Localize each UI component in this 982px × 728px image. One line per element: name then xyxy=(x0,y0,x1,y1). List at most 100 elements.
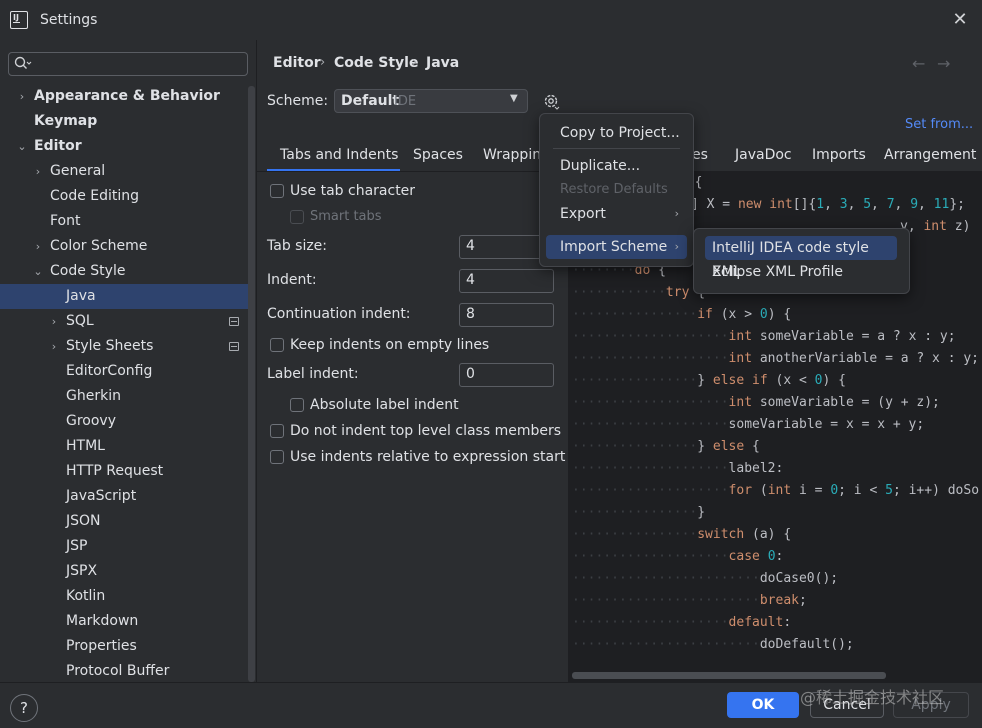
code-token: (a) { xyxy=(752,527,792,542)
tab-blank-lines[interactable]: es xyxy=(692,147,708,171)
forward-arrow-icon[interactable]: → xyxy=(937,54,950,73)
menu-duplicate[interactable]: Duplicate... xyxy=(546,154,687,178)
gear-icon[interactable] xyxy=(541,91,561,111)
code-line: ····················case 0: xyxy=(572,546,783,568)
code-line: ················if (x > 0) { xyxy=(572,304,791,326)
indent-whitespace: ························ xyxy=(572,593,760,608)
back-arrow-icon[interactable]: ← xyxy=(912,54,925,73)
sidebar-item-java[interactable]: Java xyxy=(0,284,248,309)
sidebar-item-font[interactable]: Font xyxy=(0,209,248,234)
breadcrumb-code-style[interactable]: Code Style xyxy=(334,55,418,71)
menu-export[interactable]: Export › xyxy=(546,202,687,226)
ok-button[interactable]: OK xyxy=(727,692,799,718)
help-button[interactable]: ? xyxy=(10,694,38,722)
import-eclipse-xml[interactable]: Eclipse XML Profile xyxy=(705,260,897,284)
import-intellij-xml[interactable]: IntelliJ IDEA code style XML xyxy=(705,236,897,280)
code-token: ( xyxy=(759,483,768,498)
chevron-down-icon[interactable]: ⌄ xyxy=(32,259,44,284)
absolute-label-indent-checkbox[interactable] xyxy=(290,398,304,412)
settings-search-input[interactable] xyxy=(8,52,248,76)
code-token: int xyxy=(923,219,955,234)
sidebar-item-editorconfig[interactable]: EditorConfig xyxy=(0,359,248,384)
sidebar-item-code-editing[interactable]: Code Editing xyxy=(0,184,248,209)
scheme-scope: IDE xyxy=(394,94,417,109)
indent-whitespace: ························ xyxy=(572,637,760,652)
code-token: ) { xyxy=(822,373,846,388)
code-token: 5 xyxy=(863,197,872,212)
close-window-icon[interactable]: ✕ xyxy=(950,10,970,30)
menu-restore-defaults[interactable]: Restore Defaults xyxy=(546,178,687,202)
use-indents-relative-label: Use indents relative to expression start xyxy=(290,449,566,465)
use-tab-character-checkbox[interactable] xyxy=(270,184,284,198)
sidebar-item-html[interactable]: HTML xyxy=(0,434,248,459)
sidebar-item-appearance-behavior[interactable]: › Appearance & Behavior xyxy=(0,84,248,109)
chevron-right-icon[interactable]: › xyxy=(32,159,44,184)
sidebar-item-markdown[interactable]: Markdown xyxy=(0,609,248,634)
title-bar xyxy=(0,0,982,40)
tab-javadoc[interactable]: JavaDoc xyxy=(735,147,792,171)
sidebar-item-label: Style Sheets xyxy=(66,338,154,354)
code-line: ····················label2: xyxy=(572,458,783,480)
chevron-right-icon[interactable]: › xyxy=(48,309,60,334)
sidebar-item-javascript[interactable]: JavaScript xyxy=(0,484,248,509)
code-token: } xyxy=(697,439,713,454)
sidebar-item-color-scheme[interactable]: › Color Scheme xyxy=(0,234,248,259)
sidebar-item-sql[interactable]: › SQL xyxy=(0,309,248,334)
sidebar-item-groovy[interactable]: Groovy xyxy=(0,409,248,434)
sidebar-item-http-request[interactable]: HTTP Request xyxy=(0,459,248,484)
tab-tabs-and-indents[interactable]: Tabs and Indents xyxy=(280,147,398,171)
sidebar-item-editor[interactable]: ⌄ Editor xyxy=(0,134,248,159)
continuation-indent-field[interactable]: 8 xyxy=(459,303,554,327)
breadcrumb-editor[interactable]: Editor xyxy=(273,55,321,71)
tab-spaces[interactable]: Spaces xyxy=(413,147,463,171)
scheme-value: Default xyxy=(341,93,400,109)
code-token: (x > xyxy=(720,307,760,322)
sidebar-item-general[interactable]: › General xyxy=(0,159,248,184)
sidebar-item-gherkin[interactable]: Gherkin xyxy=(0,384,248,409)
sidebar-item-properties[interactable]: Properties xyxy=(0,634,248,659)
chevron-right-icon[interactable]: › xyxy=(16,84,28,109)
sidebar-item-kotlin[interactable]: Kotlin xyxy=(0,584,248,609)
no-indent-top-level-label: Do not indent top level class members xyxy=(290,423,562,439)
menu-copy-to-project[interactable]: Copy to Project... xyxy=(546,121,687,145)
code-line: ····················int someVariable = a… xyxy=(572,326,956,348)
sidebar-scrollbar[interactable] xyxy=(248,86,255,682)
project-scope-icon xyxy=(229,342,239,351)
sidebar-item-json[interactable]: JSON xyxy=(0,509,248,534)
chevron-right-icon[interactable]: › xyxy=(32,234,44,259)
chevron-right-icon[interactable]: › xyxy=(48,334,60,359)
chevron-down-icon[interactable]: ⌄ xyxy=(16,134,28,159)
sidebar-item-label: HTTP Request xyxy=(66,463,164,479)
smart-tabs-checkbox[interactable] xyxy=(290,210,304,224)
indent-whitespace: ············ xyxy=(572,285,666,300)
preview-horizontal-scrollbar[interactable] xyxy=(572,672,886,679)
menu-export-label: Export xyxy=(560,206,606,222)
menu-import-scheme[interactable]: Import Scheme › xyxy=(546,235,687,259)
indent-field[interactable]: 4 xyxy=(459,269,554,293)
indent-whitespace: ················ xyxy=(572,373,698,388)
tab-arrangement[interactable]: Arrangement xyxy=(884,147,976,171)
sidebar-item-style-sheets[interactable]: › Style Sheets xyxy=(0,334,248,359)
menu-import-scheme-label: Import Scheme xyxy=(560,239,668,255)
scheme-label: Scheme: xyxy=(267,93,329,109)
sidebar-item-label: Kotlin xyxy=(66,588,106,604)
indent-whitespace: ···················· xyxy=(572,395,729,410)
sidebar-item-code-style[interactable]: ⌄ Code Style xyxy=(0,259,248,284)
code-token: z) xyxy=(954,219,971,234)
indent-whitespace: ···················· xyxy=(572,329,729,344)
sidebar-item-jsp[interactable]: JSP xyxy=(0,534,248,559)
breadcrumb-separator-icon: › xyxy=(320,55,326,70)
sidebar-item-label: Code Style xyxy=(50,263,126,279)
sidebar-item-protocol-buffer[interactable]: Protocol Buffer xyxy=(0,659,248,684)
keep-indents-checkbox[interactable] xyxy=(270,338,284,352)
sidebar-item-keymap[interactable]: Keymap xyxy=(0,109,248,134)
use-indents-relative-checkbox[interactable] xyxy=(270,450,284,464)
label-indent-field[interactable]: 0 xyxy=(459,363,554,387)
set-from-link[interactable]: Set from... xyxy=(905,117,973,132)
sidebar-item-jspx[interactable]: JSPX xyxy=(0,559,248,584)
tab-imports[interactable]: Imports xyxy=(812,147,866,171)
code-token: 0 xyxy=(767,549,776,564)
code-token: case xyxy=(728,549,768,564)
sidebar-item-label: Keymap xyxy=(34,113,98,129)
no-indent-top-level-checkbox[interactable] xyxy=(270,424,284,438)
